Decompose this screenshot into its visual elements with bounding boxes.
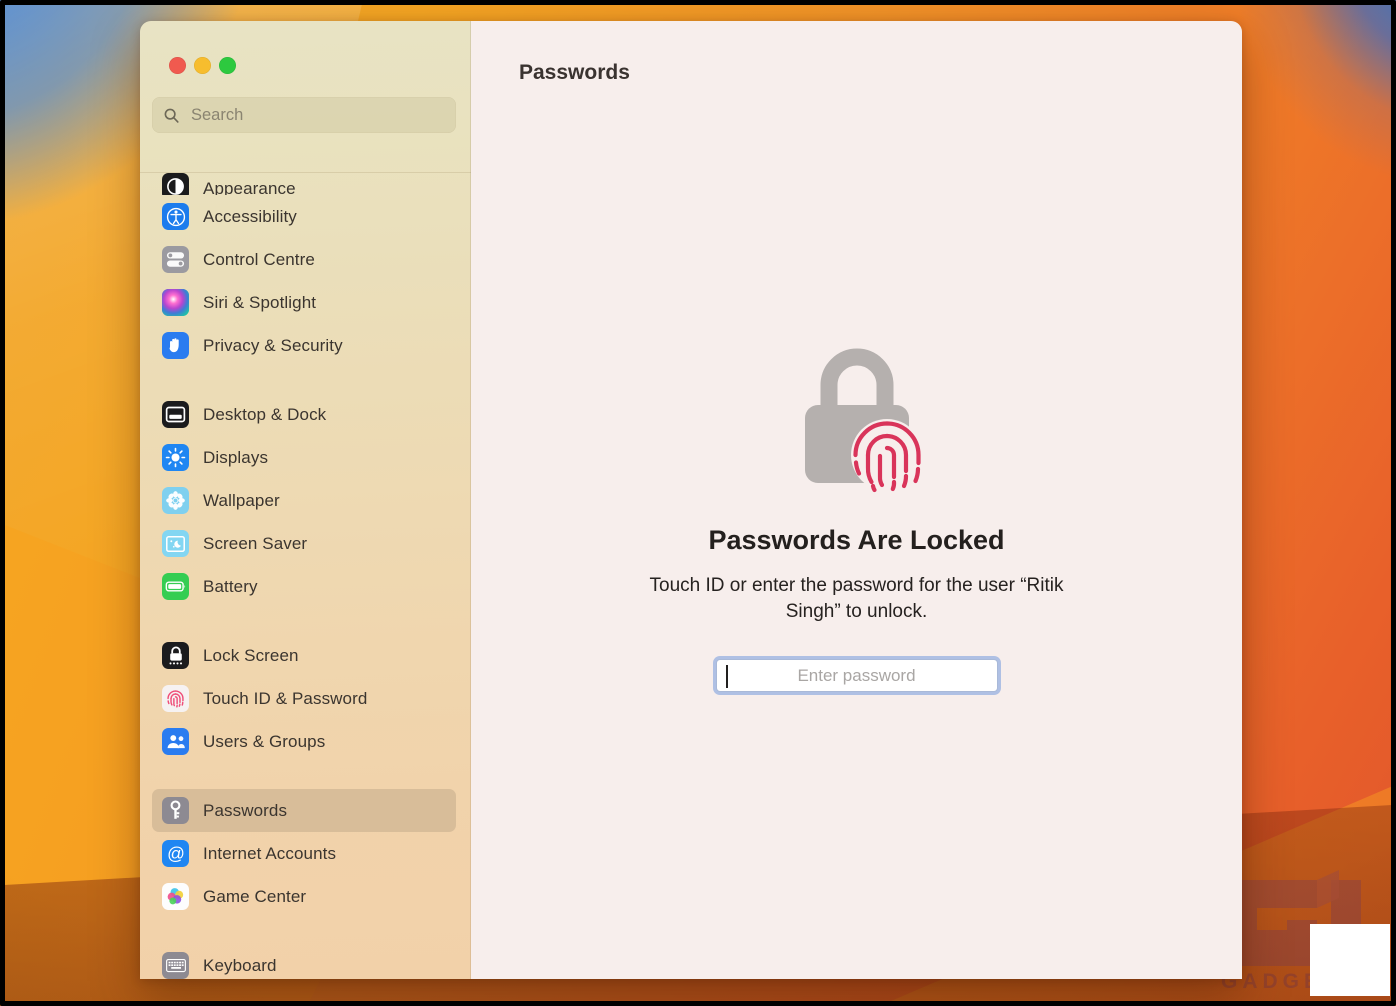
touch-id-icon: [162, 685, 189, 712]
sidebar-item-label: Users & Groups: [203, 731, 326, 751]
lock-screen-icon: [162, 642, 189, 669]
sidebar-item-label: Privacy & Security: [203, 335, 343, 355]
battery-icon: [162, 573, 189, 600]
passwords-locked-panel: Passwords Are Locked Touch ID or enter t…: [471, 339, 1242, 692]
page-title: Passwords: [519, 61, 630, 84]
sidebar-item-screen-saver[interactable]: Screen Saver: [152, 522, 456, 565]
sidebar: Search Appearance Accessibility Control …: [140, 21, 471, 979]
sidebar-item-lock-screen[interactable]: Lock Screen: [152, 634, 456, 677]
sidebar-item-label: Touch ID & Password: [203, 688, 368, 708]
internet-accounts-icon: @: [162, 840, 189, 867]
password-input[interactable]: Enter password: [715, 659, 998, 692]
users-groups-icon: [162, 728, 189, 755]
sidebar-item-passwords[interactable]: Passwords: [152, 789, 456, 832]
siri-icon: [162, 289, 189, 316]
sidebar-item-battery[interactable]: Battery: [152, 565, 456, 608]
sidebar-item-label: Passwords: [203, 800, 288, 820]
privacy-hand-icon: [162, 332, 189, 359]
minimize-button[interactable]: [194, 57, 211, 74]
control-centre-icon: [162, 246, 189, 273]
appearance-icon: [162, 173, 189, 195]
password-placeholder: Enter password: [797, 665, 916, 685]
sidebar-scroll-area[interactable]: Appearance Accessibility Control Centre …: [140, 172, 471, 979]
locked-padlock-fingerprint-icon: [804, 348, 923, 493]
sidebar-item-label: Appearance: [203, 179, 296, 195]
desktop: GADGETS Search Appearance Accessibility …: [0, 0, 1396, 1006]
screen-saver-icon: [162, 530, 189, 557]
sidebar-item-appearance[interactable]: Appearance: [152, 173, 456, 195]
wallpaper-icon: [162, 487, 189, 514]
sidebar-item-accessibility[interactable]: Accessibility: [152, 195, 456, 238]
sidebar-item-label: Desktop & Dock: [203, 404, 327, 424]
main-content: Passwords Passwords Are Locked Touch ID …: [471, 21, 1242, 979]
sidebar-item-siri-spotlight[interactable]: Siri & Spotlight: [152, 281, 456, 324]
locked-description: Touch ID or enter the password for the u…: [649, 575, 1064, 622]
sidebar-item-label: Keyboard: [203, 955, 277, 975]
sidebar-item-touch-id-password[interactable]: Touch ID & Password: [152, 677, 456, 720]
sidebar-item-control-centre[interactable]: Control Centre: [152, 238, 456, 281]
text-caret: [725, 665, 728, 688]
locked-heading: Passwords Are Locked: [708, 525, 1005, 555]
search-container: Search: [140, 74, 471, 133]
keyboard-icon: [162, 952, 189, 979]
search-icon: [164, 108, 179, 123]
displays-icon: [162, 444, 189, 471]
zoom-button[interactable]: [219, 57, 236, 74]
sidebar-item-label: Accessibility: [203, 206, 297, 226]
search-input[interactable]: Search: [152, 97, 456, 133]
sidebar-item-label: Control Centre: [203, 249, 315, 269]
sidebar-item-privacy-security[interactable]: Privacy & Security: [152, 324, 456, 367]
sidebar-item-label: Game Center: [203, 886, 307, 906]
desktop-dock-icon: [162, 401, 189, 428]
sidebar-item-users-groups[interactable]: Users & Groups: [152, 720, 456, 763]
sidebar-item-desktop-dock[interactable]: Desktop & Dock: [152, 393, 456, 436]
passwords-key-icon: [162, 797, 189, 824]
sidebar-item-game-center[interactable]: Game Center: [152, 875, 456, 918]
accessibility-icon: [162, 203, 189, 230]
svg-text:@: @: [167, 843, 185, 863]
white-overlay-box: [1310, 924, 1390, 996]
game-center-icon: [162, 883, 189, 910]
sidebar-item-keyboard[interactable]: Keyboard: [152, 944, 456, 979]
sidebar-item-label: Lock Screen: [203, 645, 299, 665]
sidebar-item-label: Siri & Spotlight: [203, 292, 317, 312]
sidebar-item-wallpaper[interactable]: Wallpaper: [152, 479, 456, 522]
system-settings-window: Search Appearance Accessibility Control …: [140, 21, 1242, 979]
sidebar-item-label: Battery: [203, 576, 258, 596]
sidebar-item-label: Wallpaper: [203, 490, 280, 510]
sidebar-item-label: Screen Saver: [203, 533, 308, 553]
window-traffic-lights: [140, 21, 471, 74]
sidebar-item-internet-accounts[interactable]: @ Internet Accounts: [152, 832, 456, 875]
sidebar-item-displays[interactable]: Displays: [152, 436, 456, 479]
sidebar-item-label: Displays: [203, 447, 269, 467]
close-button[interactable]: [169, 57, 186, 74]
sidebar-item-label: Internet Accounts: [203, 843, 337, 863]
search-placeholder: Search: [191, 105, 244, 124]
